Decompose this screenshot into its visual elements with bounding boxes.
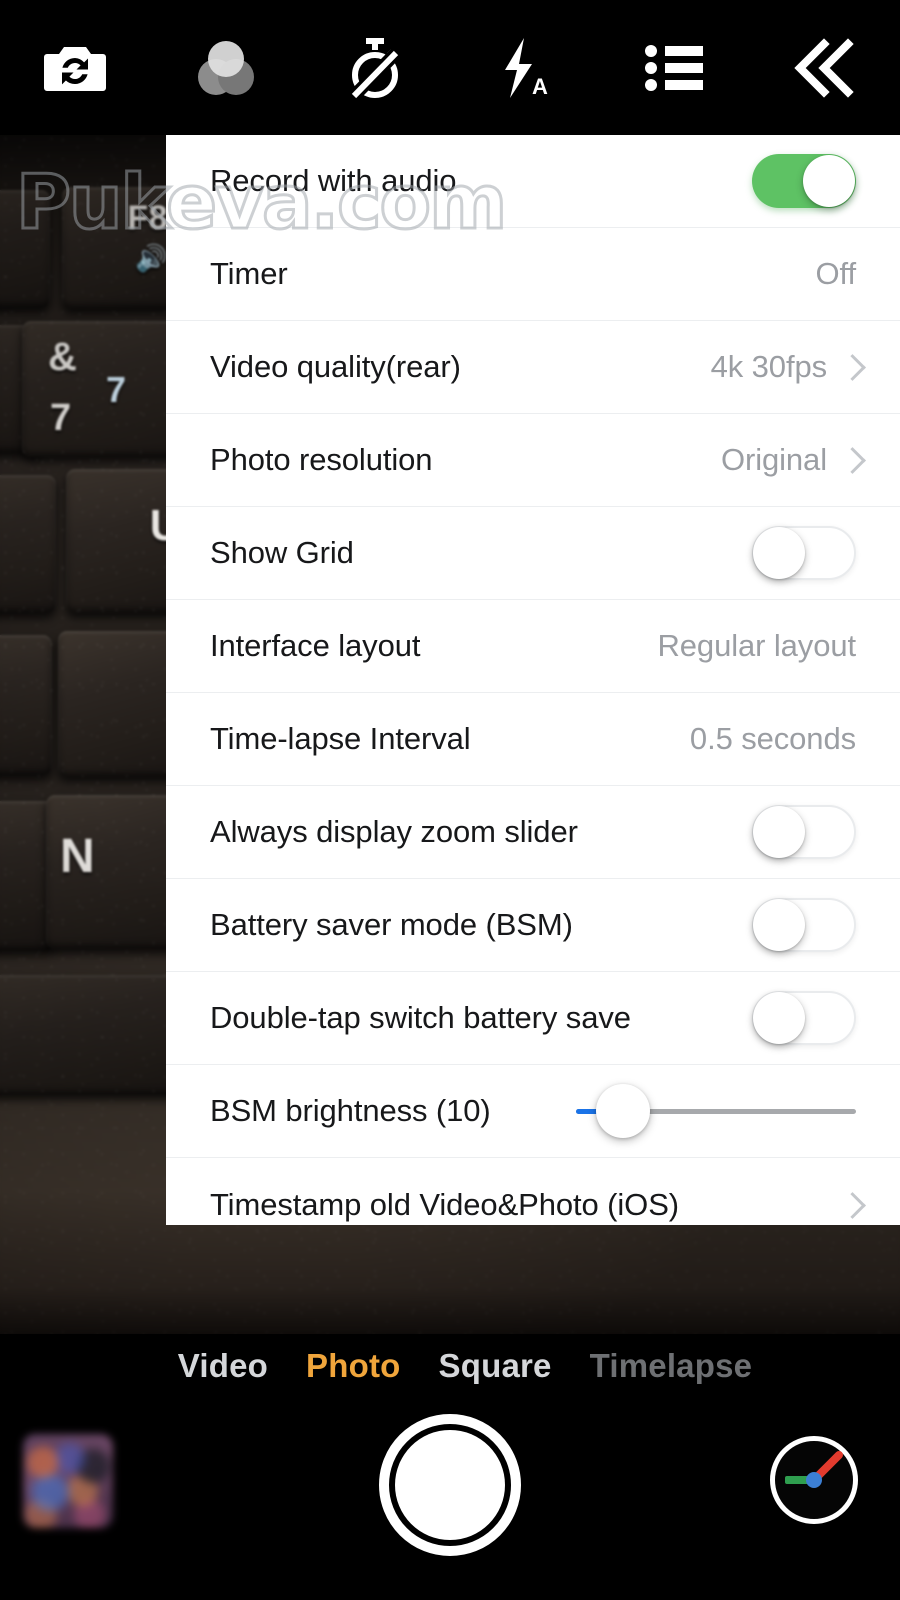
switch-camera-icon (44, 41, 106, 95)
always-display-zoom-slider-toggle[interactable] (752, 805, 856, 859)
timer-button[interactable] (300, 0, 450, 135)
shutter-button[interactable] (379, 1414, 521, 1556)
collapse-left-icon (794, 37, 856, 98)
setting-row-double-tap-switch-battery-save[interactable]: Double-tap switch battery save (166, 972, 900, 1065)
mode-square[interactable]: Square (439, 1347, 552, 1385)
chevron-right-icon (843, 354, 856, 380)
slider-knob[interactable] (596, 1084, 650, 1138)
setting-row-timer[interactable]: Timer Off (166, 228, 900, 321)
setting-label: Interface layout (210, 628, 421, 663)
setting-label: BSM brightness (10) (210, 1093, 491, 1128)
level-gauge-button[interactable] (770, 1436, 858, 1524)
setting-row-always-display-zoom-slider[interactable]: Always display zoom slider (166, 786, 900, 879)
setting-value: 4k 30fps (710, 349, 827, 384)
setting-value: 0.5 seconds (689, 721, 856, 756)
setting-value: Original (720, 442, 827, 477)
toggle-knob (753, 899, 805, 951)
mode-timelapse[interactable]: Timelapse (590, 1347, 753, 1385)
svg-text:A: A (532, 74, 548, 99)
setting-label: Timestamp old Video&Photo (iOS) (210, 1186, 679, 1222)
camera-app-screen: F8 🔊 & 7 7 U N (0, 0, 900, 1600)
gallery-thumbnail[interactable] (23, 1434, 113, 1528)
record-with-audio-toggle[interactable] (752, 154, 856, 208)
battery-saver-mode-toggle[interactable] (752, 898, 856, 952)
toggle-knob (753, 527, 805, 579)
setting-row-time-lapse-interval[interactable]: Time-lapse Interval 0.5 seconds (166, 693, 900, 786)
chevron-right-icon (843, 447, 856, 473)
setting-row-bsm-brightness[interactable]: BSM brightness (10) (166, 1065, 900, 1158)
settings-list-button[interactable] (600, 0, 750, 135)
top-toolbar: A (0, 0, 900, 135)
switch-camera-button[interactable] (0, 0, 150, 135)
setting-label: Photo resolution (210, 442, 433, 477)
filters-icon (193, 37, 257, 99)
chevron-right-icon (843, 1192, 856, 1218)
filters-button[interactable] (150, 0, 300, 135)
toggle-knob (803, 155, 855, 207)
setting-row-battery-saver-mode[interactable]: Battery saver mode (BSM) (166, 879, 900, 972)
toggle-knob (753, 992, 805, 1044)
show-grid-toggle[interactable] (752, 526, 856, 580)
timer-off-icon (345, 36, 405, 100)
double-tap-switch-battery-save-toggle[interactable] (752, 991, 856, 1045)
setting-label: Record with audio (210, 163, 457, 198)
toggle-knob (753, 806, 805, 858)
setting-label: Always display zoom slider (210, 814, 578, 849)
setting-row-timestamp-old-video-photo[interactable]: Timestamp old Video&Photo (iOS) (166, 1158, 900, 1225)
setting-row-video-quality-rear[interactable]: Video quality(rear) 4k 30fps (166, 321, 900, 414)
setting-label: Double-tap switch battery save (210, 1000, 631, 1035)
setting-row-record-with-audio[interactable]: Record with audio (166, 135, 900, 228)
setting-label: Battery saver mode (BSM) (210, 907, 573, 942)
setting-label: Video quality(rear) (210, 349, 461, 384)
mode-selector-bar: Video Photo Square Timelapse (0, 1334, 900, 1398)
mode-video[interactable]: Video (178, 1347, 268, 1385)
flash-button[interactable]: A (450, 0, 600, 135)
setting-value: Regular layout (657, 628, 857, 663)
setting-row-photo-resolution[interactable]: Photo resolution Original (166, 414, 900, 507)
setting-label: Show Grid (210, 535, 354, 570)
setting-row-show-grid[interactable]: Show Grid (166, 507, 900, 600)
mode-photo[interactable]: Photo (306, 1347, 400, 1385)
bsm-brightness-slider[interactable] (576, 1084, 856, 1138)
settings-panel[interactable]: Record with audio Timer Off Video qualit… (166, 135, 900, 1225)
setting-label: Timer (210, 256, 288, 291)
collapse-panel-button[interactable] (750, 0, 900, 135)
settings-list-icon (645, 43, 705, 93)
flash-auto-icon: A (496, 36, 554, 100)
setting-row-interface-layout[interactable]: Interface layout Regular layout (166, 600, 900, 693)
setting-value: Off (815, 256, 857, 291)
setting-label: Time-lapse Interval (210, 721, 471, 756)
